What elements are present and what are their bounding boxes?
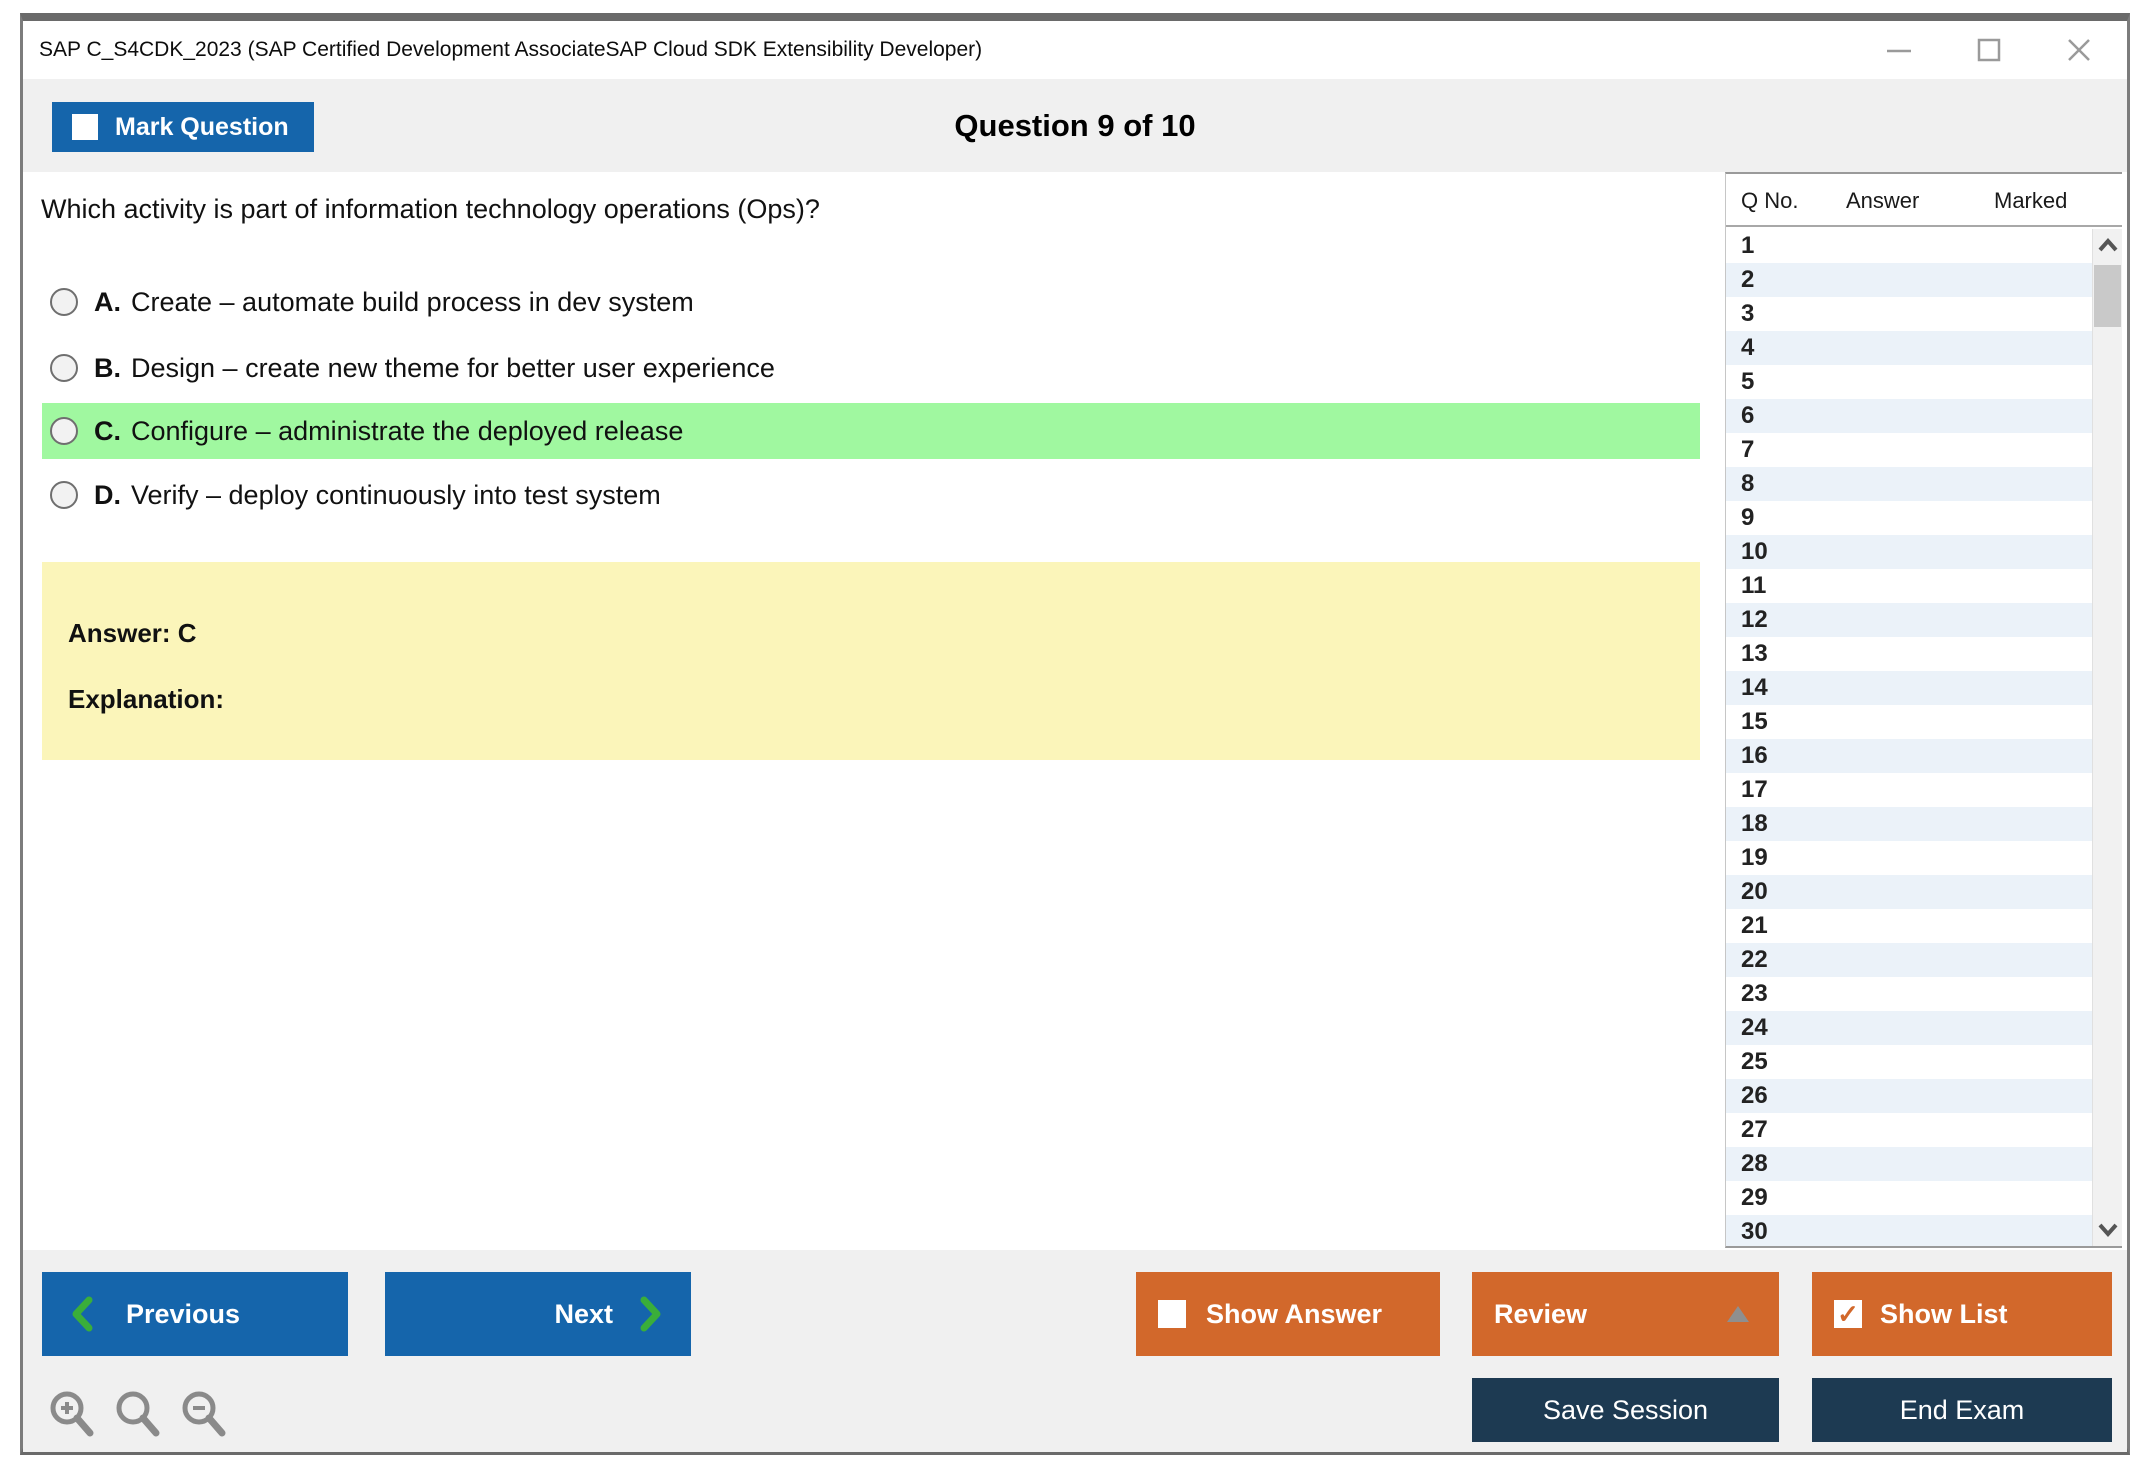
- review-label: Review: [1494, 1298, 1588, 1329]
- question-list-row[interactable]: 19: [1726, 841, 2122, 875]
- question-list-row[interactable]: 2: [1726, 263, 2122, 297]
- show-answer-button[interactable]: Show Answer: [1136, 1272, 1440, 1356]
- triangle-up-icon: [1727, 1306, 1749, 1322]
- column-answer: Answer: [1846, 188, 1920, 213]
- question-counter: Question 9 of 10: [954, 107, 1196, 143]
- question-list-row[interactable]: 28: [1726, 1147, 2122, 1181]
- show-list-button[interactable]: ✓ Show List: [1812, 1272, 2112, 1356]
- show-answer-label: Show Answer: [1206, 1298, 1383, 1329]
- question-list-row[interactable]: 23: [1726, 977, 2122, 1011]
- previous-label: Previous: [126, 1298, 241, 1329]
- explanation-label: Explanation:: [68, 684, 225, 714]
- question-list-row[interactable]: 12: [1726, 603, 2122, 637]
- question-list-row[interactable]: 24: [1726, 1011, 2122, 1045]
- window-title: SAP C_S4CDK_2023 (SAP Certified Developm…: [39, 38, 983, 61]
- show-answer-checkbox[interactable]: [1158, 1300, 1186, 1328]
- option-letter: C.: [94, 415, 121, 446]
- question-list-row[interactable]: 17: [1726, 773, 2122, 807]
- option-a-radio[interactable]: [50, 288, 78, 316]
- question-list-row[interactable]: 20: [1726, 875, 2122, 909]
- save-session-label: Save Session: [1542, 1394, 1709, 1425]
- option-text: Configure – administrate the deployed re…: [131, 415, 684, 446]
- review-button[interactable]: Review: [1472, 1272, 1779, 1356]
- question-list-row[interactable]: 1: [1726, 229, 2122, 263]
- question-list-row[interactable]: 27: [1726, 1113, 2122, 1147]
- question-list-row[interactable]: 22: [1726, 943, 2122, 977]
- checkmark-icon: ✓: [1837, 1299, 1859, 1329]
- scroll-down-icon[interactable]: [2093, 1214, 2122, 1244]
- question-list-row[interactable]: 8: [1726, 467, 2122, 501]
- header-band: Mark Question Question 9 of 10: [23, 79, 2127, 172]
- option-c-row-highlighted[interactable]: C. Configure – administrate the deployed…: [42, 403, 1700, 459]
- show-list-label: Show List: [1880, 1298, 2008, 1329]
- next-label: Next: [554, 1298, 613, 1329]
- search-icon[interactable]: [111, 1386, 167, 1449]
- option-d-row[interactable]: D. Verify – deploy continuously into tes…: [42, 467, 1700, 523]
- option-letter: D.: [94, 479, 121, 510]
- question-list-row[interactable]: 4: [1726, 331, 2122, 365]
- question-list-row[interactable]: 3: [1726, 297, 2122, 331]
- exam-window: SAP C_S4CDK_2023 (SAP Certified Developm…: [20, 13, 2130, 1455]
- option-c-radio[interactable]: [50, 417, 78, 445]
- scroll-up-icon[interactable]: [2093, 231, 2122, 261]
- chevron-left-icon: [72, 1296, 93, 1332]
- option-d-radio[interactable]: [50, 481, 78, 509]
- save-session-button[interactable]: Save Session: [1472, 1378, 1779, 1442]
- question-list-row[interactable]: 9: [1726, 501, 2122, 535]
- zoom-in-icon[interactable]: [45, 1386, 101, 1449]
- maximize-icon[interactable]: [1973, 34, 2005, 66]
- question-list: 1 2 3 4 5 6 7 8 9 10 11 12 13 14 15 16 17 18 19 20 21 22 23 24 2…: [1726, 229, 2122, 1246]
- option-b-row[interactable]: B. Design – create new theme for better …: [42, 340, 1700, 396]
- question-list-row[interactable]: 18: [1726, 807, 2122, 841]
- question-list-row[interactable]: 26: [1726, 1079, 2122, 1113]
- question-text: Which activity is part of information te…: [41, 194, 820, 224]
- question-list-row[interactable]: 11: [1726, 569, 2122, 603]
- question-list-row[interactable]: 29: [1726, 1181, 2122, 1215]
- option-text: Create – automate build process in dev s…: [131, 286, 694, 317]
- end-exam-label: End Exam: [1899, 1394, 2025, 1425]
- zoom-out-icon[interactable]: [177, 1386, 233, 1449]
- option-text: Design – create new theme for better use…: [131, 352, 775, 383]
- option-b-radio[interactable]: [50, 354, 78, 382]
- option-text: Verify – deploy continuously into test s…: [131, 479, 661, 510]
- footer-bar: Previous Next Show Answer Review ✓ Show …: [23, 1250, 2127, 1452]
- column-marked: Marked: [1994, 188, 2068, 213]
- option-letter: B.: [94, 352, 121, 383]
- question-list-row[interactable]: 6: [1726, 399, 2122, 433]
- end-exam-button[interactable]: End Exam: [1812, 1378, 2112, 1442]
- question-list-row[interactable]: 5: [1726, 365, 2122, 399]
- scrollbar-thumb[interactable]: [2094, 265, 2121, 327]
- close-icon[interactable]: [2063, 34, 2095, 66]
- question-list-row[interactable]: 7: [1726, 433, 2122, 467]
- option-a-row[interactable]: A. Create – automate build process in de…: [42, 274, 1700, 330]
- answer-panel: Answer: C Explanation:: [42, 562, 1700, 760]
- option-letter: A.: [94, 286, 121, 317]
- question-list-panel: Q No. Answer Marked 1 2 3 4 5 6 7 8 9 10 11 12 13 14 1…: [1725, 172, 2122, 1248]
- window-controls: [1883, 21, 2095, 79]
- chevron-right-icon: [640, 1296, 661, 1332]
- title-bar: SAP C_S4CDK_2023 (SAP Certified Developm…: [23, 21, 2127, 79]
- question-area: Which activity is part of information te…: [23, 172, 2127, 1250]
- next-button[interactable]: Next: [385, 1272, 691, 1356]
- question-list-row[interactable]: 25: [1726, 1045, 2122, 1079]
- question-list-row[interactable]: 21: [1726, 909, 2122, 943]
- zoom-toolbar: [45, 1386, 233, 1449]
- minimize-icon[interactable]: [1883, 34, 1915, 66]
- question-list-row[interactable]: 10: [1726, 535, 2122, 569]
- question-list-row[interactable]: 30: [1726, 1215, 2122, 1246]
- question-list-row[interactable]: 16: [1726, 739, 2122, 773]
- column-qno: Q No.: [1741, 188, 1799, 213]
- previous-button[interactable]: Previous: [42, 1272, 348, 1356]
- show-list-checkbox[interactable]: ✓: [1834, 1300, 1862, 1328]
- question-list-row[interactable]: 13: [1726, 637, 2122, 671]
- question-list-row[interactable]: 14: [1726, 671, 2122, 705]
- question-list-scrollbar[interactable]: [2092, 229, 2122, 1246]
- question-list-row[interactable]: 15: [1726, 705, 2122, 739]
- answer-value: Answer: C: [68, 618, 197, 648]
- question-list-header: Q No. Answer Marked: [1726, 174, 2122, 227]
